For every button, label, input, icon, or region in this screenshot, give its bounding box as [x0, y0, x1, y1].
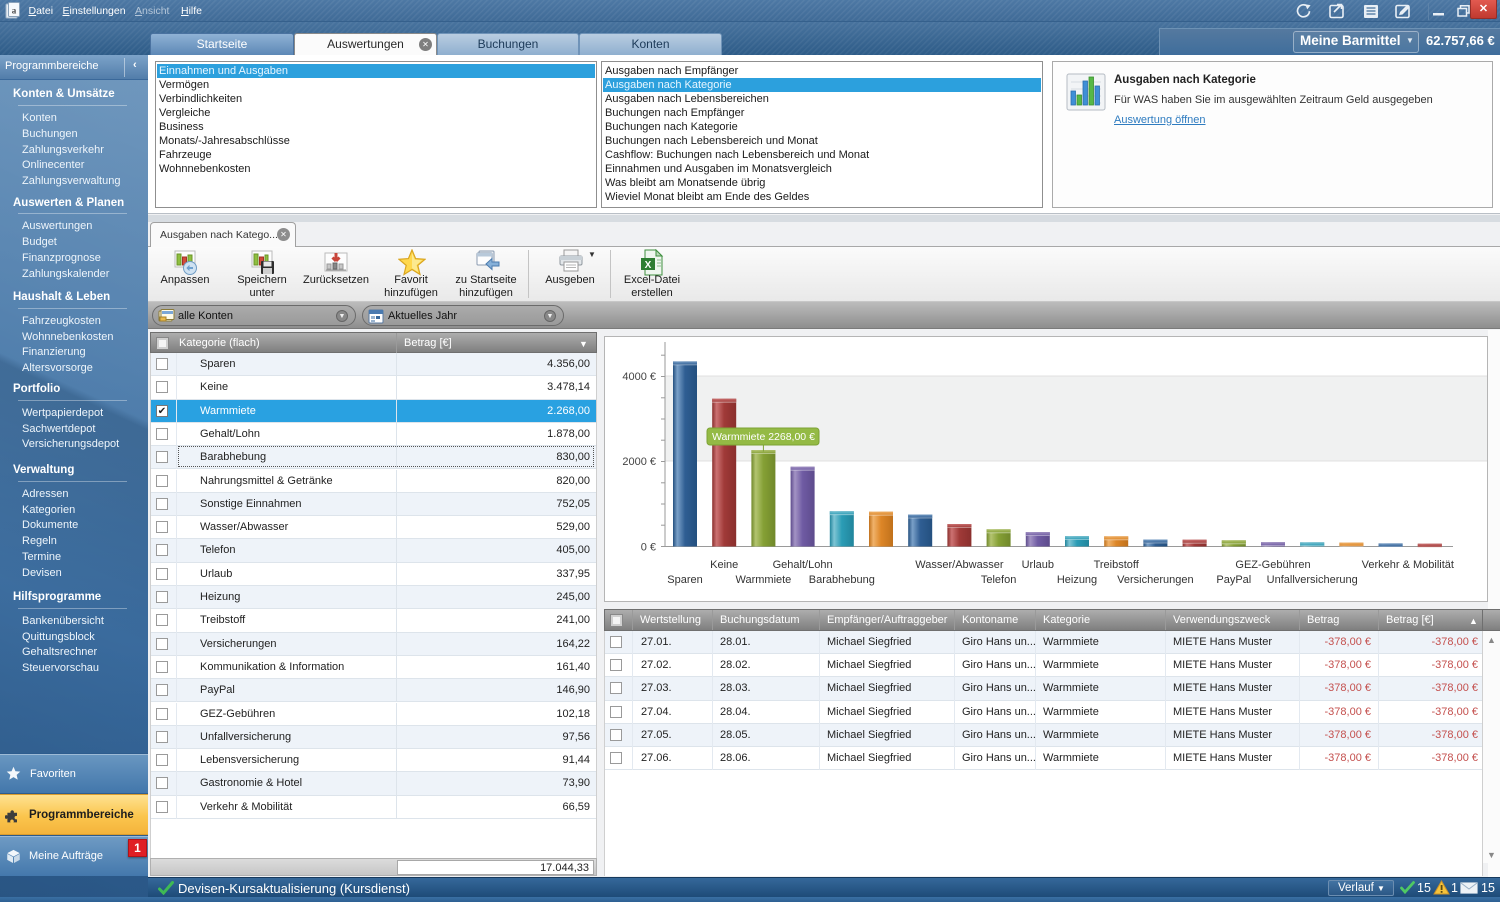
svg-text:Telefon: Telefon [981, 574, 1016, 586]
svg-text:4000 €: 4000 € [622, 371, 656, 383]
svg-text:Treibstoff: Treibstoff [1094, 559, 1140, 571]
svg-text:Warmmiete: Warmmiete [735, 574, 791, 586]
svg-text:X: X [645, 260, 652, 271]
svg-text:Gehalt/Lohn: Gehalt/Lohn [773, 559, 833, 571]
svg-text:Keine: Keine [710, 559, 738, 571]
svg-text:GEZ-Gebühren: GEZ-Gebühren [1235, 559, 1310, 571]
svg-text:Warmmiete 2268,00 €: Warmmiete 2268,00 € [712, 431, 815, 443]
svg-text:PayPal: PayPal [1216, 574, 1251, 586]
svg-text:Versicherungen: Versicherungen [1117, 574, 1193, 586]
svg-text:0 €: 0 € [641, 542, 656, 554]
svg-text:Heizung: Heizung [1057, 574, 1097, 586]
svg-text:Sparen: Sparen [667, 574, 702, 586]
svg-text:Unfallversicherung: Unfallversicherung [1267, 574, 1358, 586]
svg-text:Urlaub: Urlaub [1022, 559, 1054, 571]
svg-text:Verkehr & Mobilität: Verkehr & Mobilität [1362, 559, 1454, 571]
svg-text:Barabhebung: Barabhebung [809, 574, 875, 586]
svg-text:a: a [12, 6, 17, 16]
svg-text:2000 €: 2000 € [622, 456, 656, 468]
svg-text:Wasser/Abwasser: Wasser/Abwasser [915, 559, 1004, 571]
